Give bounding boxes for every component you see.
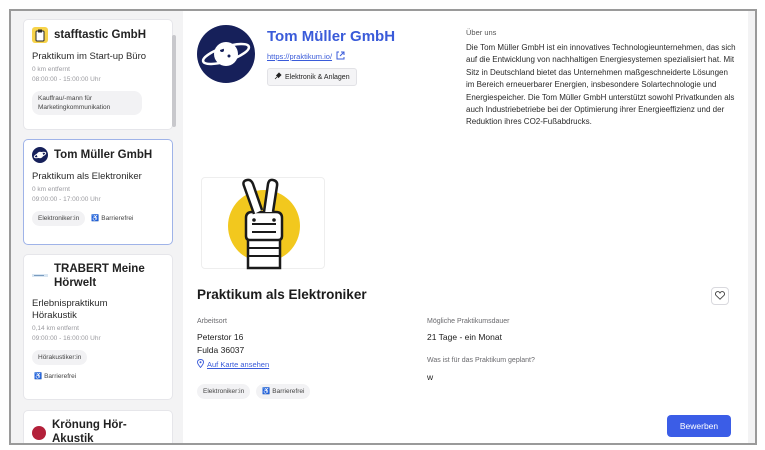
address-city: Fulda 36037 bbox=[197, 345, 245, 355]
card-time: 08:00:00 - 15:00:00 Uhr bbox=[32, 76, 101, 83]
company-website-link[interactable]: https://praktikum.io/ bbox=[267, 51, 345, 62]
wheelchair-icon: ♿ bbox=[34, 373, 43, 380]
card-distance: 0,14 km entfernt bbox=[32, 325, 79, 332]
wheelchair-icon: ♿ bbox=[262, 388, 271, 395]
card-tag: Kauffrau/-mann für Marketingkommunikatio… bbox=[32, 91, 142, 115]
map-pin-icon bbox=[197, 359, 204, 370]
kroenung-logo-icon bbox=[32, 426, 46, 440]
card-company: Krönung Hör-Akustik bbox=[52, 419, 127, 445]
planet-logo-icon bbox=[197, 25, 255, 83]
app-window: stafftastic GmbH Praktikum im Start-up B… bbox=[9, 9, 757, 445]
heart-icon bbox=[714, 287, 726, 305]
map-link[interactable]: Auf Karte ansehen bbox=[197, 359, 269, 370]
job-list[interactable]: stafftastic GmbH Praktikum im Start-up B… bbox=[23, 11, 173, 445]
card-title: Praktikum als Elektroniker bbox=[32, 171, 142, 182]
job-card[interactable]: stafftastic GmbH Praktikum im Start-up B… bbox=[23, 19, 173, 130]
location-label: Arbeitsort bbox=[197, 318, 227, 325]
card-tag: Elektroniker:in bbox=[32, 211, 86, 226]
job-card[interactable]: Krönung Hör-Akustik bbox=[23, 410, 173, 445]
job-card[interactable]: TRABERT Meine Hörwelt Erlebnispraktikum … bbox=[23, 254, 173, 400]
industry-badge: Elektronik & Anlagen bbox=[267, 68, 357, 86]
job-tag: Elektroniker:in bbox=[197, 384, 251, 399]
company-image bbox=[201, 177, 325, 270]
favorite-button[interactable] bbox=[711, 287, 729, 305]
duration-value: 21 Tage - ein Monat bbox=[427, 332, 502, 342]
job-tag-accessible: ♿ Barrierefrei bbox=[256, 384, 311, 399]
card-tag: Hörakustiker:in bbox=[32, 350, 88, 365]
planet-logo-icon bbox=[32, 147, 48, 163]
sidebar-scrollbar[interactable] bbox=[172, 35, 176, 127]
external-link-icon bbox=[336, 51, 345, 62]
card-tag-accessible: ♿ Barrierefrei bbox=[34, 373, 77, 380]
job-detail-panel: Tom Müller GmbH https://praktikum.io/ El… bbox=[183, 11, 748, 443]
wheelchair-icon: ♿ bbox=[91, 215, 100, 222]
apply-button[interactable]: Bewerben bbox=[667, 415, 731, 437]
job-card-active[interactable]: Tom Müller GmbH Praktikum als Elektronik… bbox=[23, 139, 173, 245]
job-title: Praktikum als Elektroniker bbox=[197, 287, 367, 302]
card-title: Erlebnispraktikum Hörakustik bbox=[32, 298, 108, 321]
company-name[interactable]: Tom Müller GmbH bbox=[267, 28, 395, 45]
plan-value: w bbox=[427, 372, 434, 382]
job-tags: Elektroniker:in ♿ Barrierefrei bbox=[197, 384, 311, 399]
card-time: 09:00:00 - 16:00:00 Uhr bbox=[32, 335, 101, 342]
card-company: stafftastic GmbH bbox=[54, 29, 147, 41]
address-street: Peterstor 16 bbox=[197, 332, 244, 342]
card-time: 09:00:00 - 17:00:00 Uhr bbox=[32, 196, 101, 203]
plug-icon bbox=[274, 72, 282, 82]
stafftastic-logo-icon bbox=[32, 27, 48, 43]
duration-label: Mögliche Praktikumsdauer bbox=[427, 318, 510, 325]
trabert-logo-icon bbox=[32, 268, 48, 284]
about-label: Über uns bbox=[466, 28, 497, 37]
card-title: Praktikum im Start-up Büro bbox=[32, 51, 147, 62]
card-distance: 0 km entfernt bbox=[32, 66, 70, 73]
card-distance: 0 km entfernt bbox=[32, 186, 70, 193]
about-text: Die Tom Müller GmbH ist ein innovatives … bbox=[466, 43, 736, 127]
plan-label: Was ist für das Praktikum geplant? bbox=[427, 357, 535, 364]
card-tag-accessible: ♿ Barrierefrei bbox=[91, 215, 134, 222]
card-company: TRABERT Meine Hörwelt bbox=[54, 263, 145, 289]
card-company: Tom Müller GmbH bbox=[54, 149, 153, 161]
